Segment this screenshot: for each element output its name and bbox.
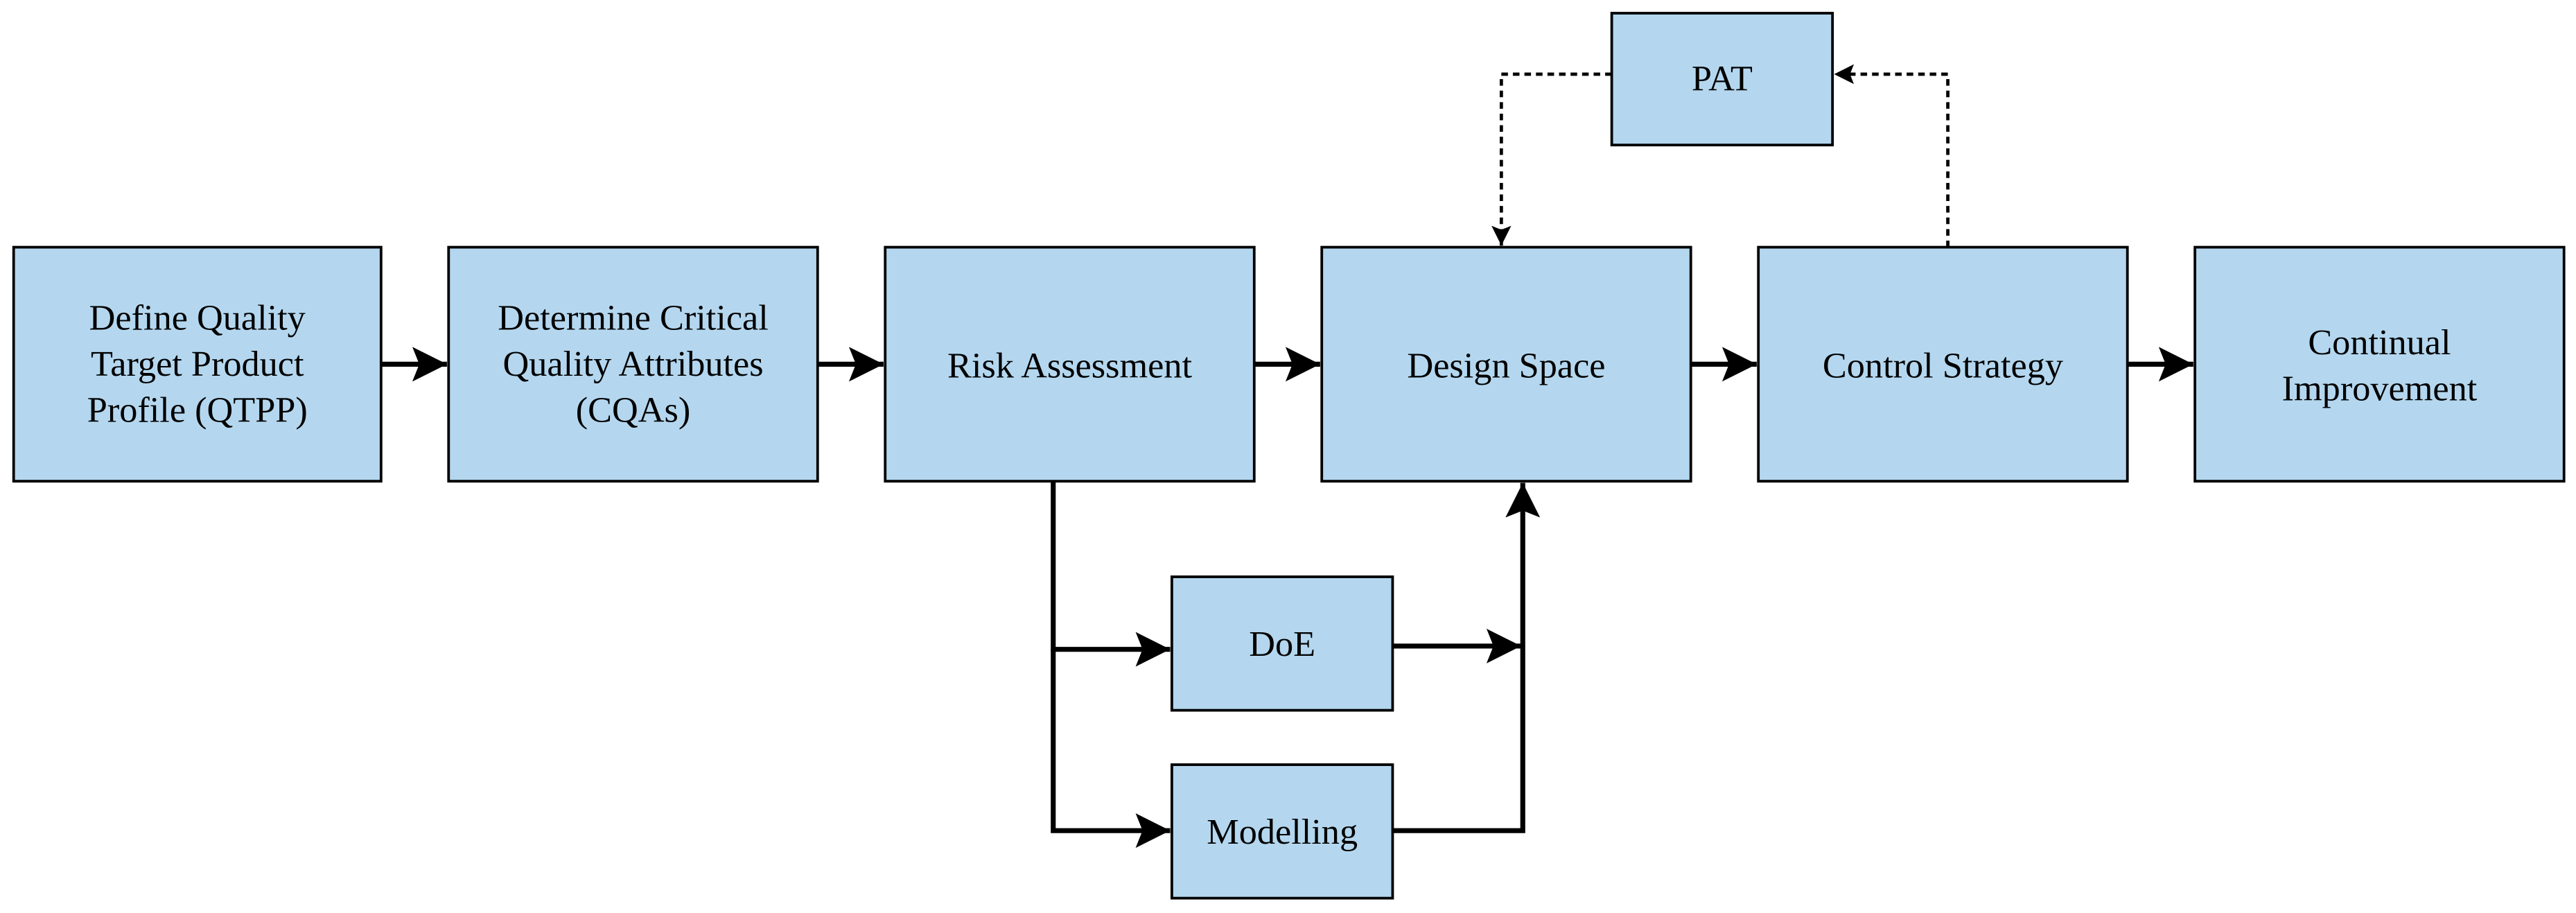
node-modelling: Modelling bbox=[1171, 763, 1394, 900]
svg-text:Modelling: Modelling bbox=[1207, 812, 1358, 852]
arrow-risk-model bbox=[1051, 649, 1171, 849]
node-continual-improvement: Continual Improvement bbox=[2193, 245, 2566, 483]
arrow-pat-design bbox=[1491, 72, 1612, 246]
qbd-flow-diagram: Define Quality Target Product Profile (QTP… bbox=[12, 12, 2566, 900]
svg-text:Control Strategy: Control Strategy bbox=[1823, 345, 2063, 385]
node-pat: PAT bbox=[1610, 12, 1834, 147]
arrow-model-design bbox=[1392, 482, 1541, 833]
node-doe: DoE bbox=[1171, 575, 1394, 712]
node-control-strategy: Control Strategy bbox=[1757, 245, 2129, 483]
node-risk-assessment: Risk Assessment bbox=[884, 245, 1256, 483]
arrow-risk-doe bbox=[1051, 481, 1171, 667]
node-qtpp: Define Quality Target Product Profile (QTP… bbox=[12, 245, 383, 483]
svg-text:Risk Assessment: Risk Assessment bbox=[947, 345, 1192, 385]
node-design-space: Design Space bbox=[1320, 245, 1692, 483]
svg-text:PAT: PAT bbox=[1692, 59, 1753, 99]
arrow-control-pat bbox=[1834, 64, 1949, 247]
svg-text:DoE: DoE bbox=[1249, 624, 1315, 664]
node-cqa: Determine Critical Quality Attributes (CQA… bbox=[447, 245, 819, 483]
svg-text:Define QualityTarget ProductPr: Define Quality Target Product Profile (QTP… bbox=[87, 297, 308, 430]
svg-text:Design Space: Design Space bbox=[1407, 345, 1605, 385]
